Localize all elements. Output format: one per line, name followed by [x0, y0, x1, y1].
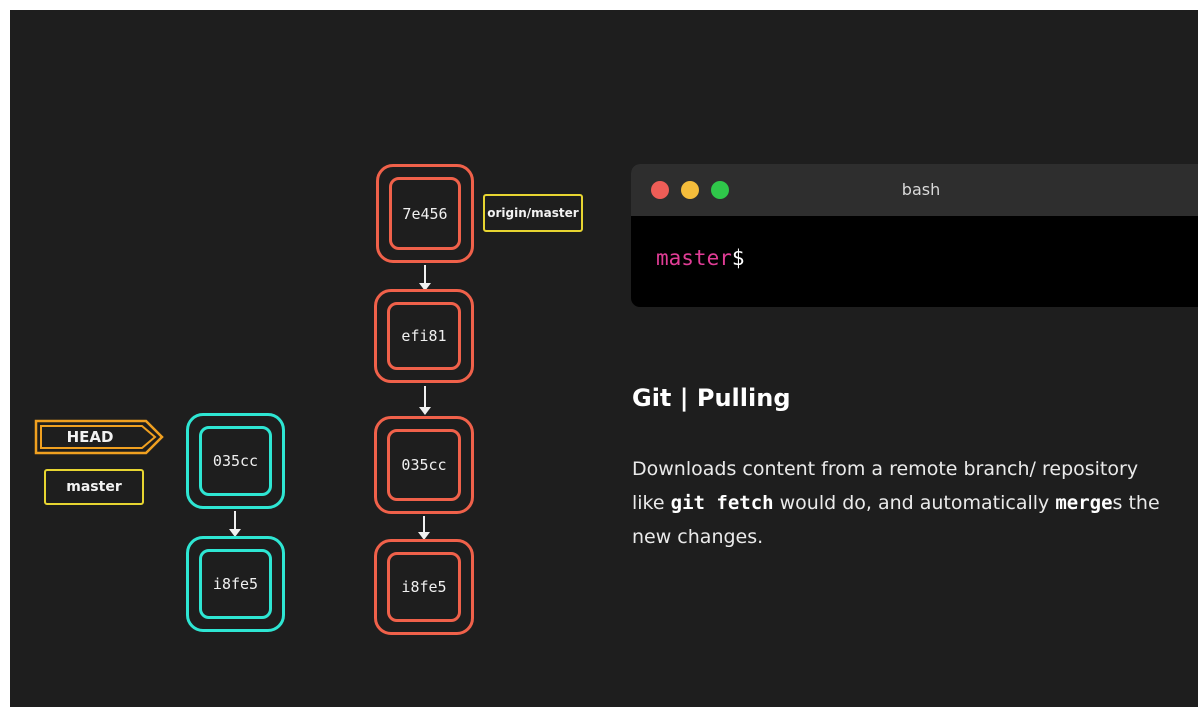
remote-commit-node: efi81 — [374, 289, 474, 383]
slide-canvas: HEAD master 035cc i8fe5 7e456 efi81 035c… — [10, 10, 1198, 707]
origin-master-label: origin/master — [483, 194, 583, 232]
prompt-symbol: $ — [731, 246, 745, 270]
remote-commit-hash: 035cc — [387, 429, 461, 501]
local-commit-hash: 035cc — [199, 426, 272, 496]
commit-arrow — [419, 386, 431, 415]
slide-title: Git | Pulling — [632, 384, 791, 412]
commit-arrow — [419, 265, 431, 291]
terminal-prompt[interactable]: master$ — [656, 246, 745, 270]
remote-commit-node: i8fe5 — [374, 539, 474, 635]
remote-commit-node: 035cc — [374, 416, 474, 514]
terminal-title-bar: bash — [631, 164, 1198, 216]
terminal-title: bash — [901, 180, 941, 199]
description-code: merge — [1055, 492, 1113, 514]
remote-commit-hash: 7e456 — [389, 177, 461, 250]
description-code: git fetch — [670, 492, 774, 514]
head-pointer: HEAD — [34, 419, 164, 459]
slide-description: Downloads content from a remote branch/ … — [632, 452, 1172, 554]
description-text: would do, and automatically — [773, 492, 1056, 514]
commit-arrow — [418, 516, 430, 540]
terminal-window: bash master$ — [631, 164, 1198, 307]
local-master-label: master — [44, 469, 144, 505]
prompt-branch: master — [656, 246, 732, 270]
commit-arrow — [229, 511, 241, 537]
remote-commit-node: 7e456 — [376, 164, 474, 263]
local-commit-hash: i8fe5 — [199, 549, 272, 619]
local-commit-node: i8fe5 — [186, 536, 285, 632]
head-label: HEAD — [66, 428, 114, 446]
remote-commit-hash: efi81 — [387, 302, 461, 370]
local-commit-node: 035cc — [186, 413, 285, 509]
remote-commit-hash: i8fe5 — [387, 552, 461, 622]
